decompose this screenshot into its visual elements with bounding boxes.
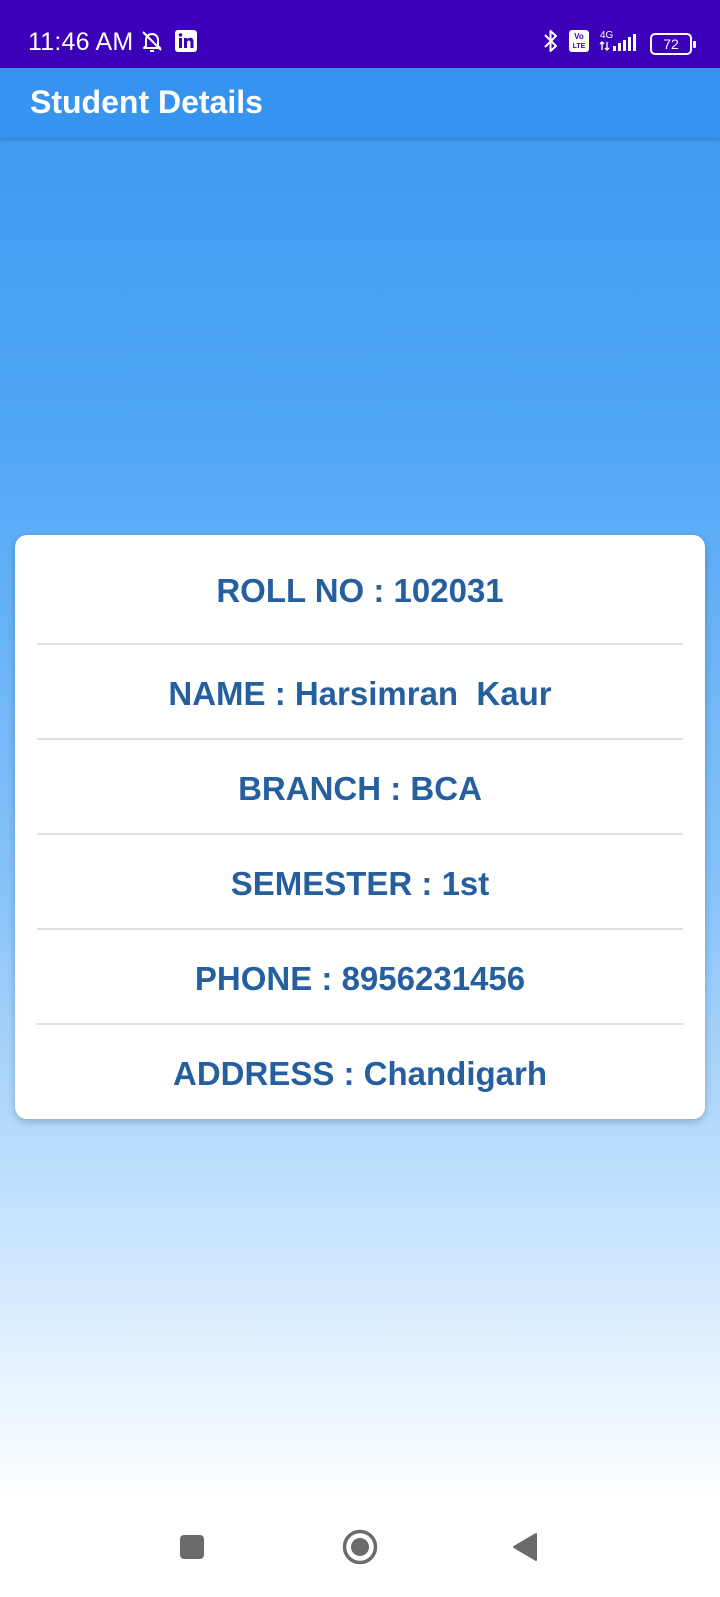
divider [37,738,683,740]
divider [37,833,683,835]
svg-text:4G: 4G [600,30,614,41]
student-details-card: ROLL NO : 102031 NAME : Harsimran Kaur B… [15,535,705,1119]
divider [37,928,683,930]
signal-4g-icon: 4G [598,28,642,59]
roll-no-text: ROLL NO : 102031 [216,571,504,609]
bluetooth-icon [542,28,560,59]
divider [37,643,683,645]
volte-icon: Vo LTE [568,29,590,58]
divider [37,1023,683,1025]
battery-icon: 72 [650,32,696,55]
app-bar: Student Details [0,68,720,138]
svg-text:LTE: LTE [573,43,586,50]
semester-text: SEMESTER : 1st [230,864,490,902]
status-time: 11:46 AM [28,28,134,56]
notifications-off-icon [140,29,164,58]
status-left-icons [140,29,198,58]
svg-text:Vo: Vo [574,32,584,41]
name-text: NAME : Harsimran Kaur [168,674,552,712]
back-triangle-icon[interactable] [510,1532,540,1567]
address-text: ADDRESS : Chandigarh [172,1054,548,1092]
phone-text: PHONE : 8956231456 [194,959,526,997]
status-right-icons: Vo LTE 4G 72 [542,28,696,59]
linkedin-icon [174,29,198,58]
navigation-bar [0,1510,720,1597]
page-title: Student Details [30,84,263,120]
recents-square-icon[interactable] [177,1532,207,1567]
status-bar: 11:46 AM Vo LTE 4G 72 [0,0,720,68]
branch-text: BRANCH : BCA [238,769,482,807]
home-circle-icon[interactable] [341,1528,379,1571]
